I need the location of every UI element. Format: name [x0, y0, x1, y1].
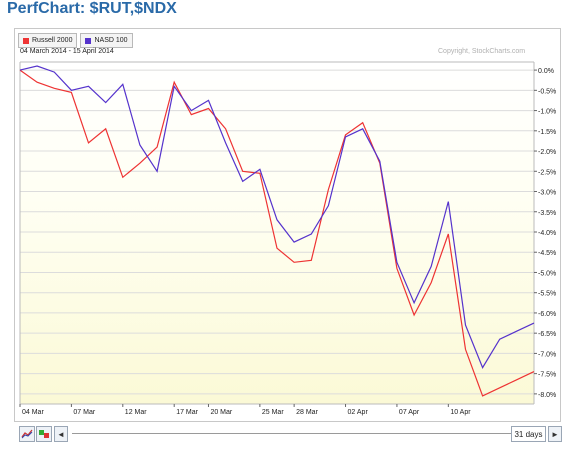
x-tick-label: 04 Mar [22, 409, 44, 416]
legend-item-russell[interactable]: Russell 2000 [18, 33, 78, 48]
legend-label: NASD 100 [94, 37, 128, 44]
y-tick-label: -1.5% [538, 129, 556, 136]
x-tick-label: 12 Mar [125, 409, 147, 416]
y-tick-label: -0.5% [538, 88, 556, 95]
y-axis-ticks: 0.0% -0.5% -1.0% -1.5% -2.0% -2.5% -3.0% -3.5% -… [534, 68, 556, 399]
perf-chart: 0.0% -0.5% -1.0% -1.5% -2.0% -2.5% -3.0% -3.5% -… [19, 61, 556, 416]
x-tick-label: 17 Mar [176, 409, 198, 416]
y-tick-label: -5.5% [538, 291, 556, 298]
y-tick-label: 0.0% [538, 68, 554, 75]
days-selector[interactable]: 31 days [511, 426, 546, 442]
nasdaq-swatch-icon [85, 37, 92, 44]
y-tick-label: -7.0% [538, 351, 556, 358]
copyright-text: Copyright, StockCharts.com [438, 48, 526, 55]
y-tick-label: -3.0% [538, 190, 556, 197]
y-tick-label: -5.0% [538, 270, 556, 277]
x-tick-label: 20 Mar [210, 409, 232, 416]
russell-swatch-icon [23, 37, 29, 44]
y-tick-label: -6.0% [538, 311, 556, 318]
x-tick-label: 07 Mar [73, 409, 95, 416]
plot-area [20, 62, 534, 404]
y-tick-label: -8.0% [538, 392, 556, 399]
x-tick-label: 07 Apr [399, 409, 420, 416]
scroll-left-button[interactable]: ◄ [54, 426, 68, 442]
y-tick-label: -7.5% [538, 372, 556, 379]
y-tick-label: -4.5% [538, 250, 556, 257]
y-tick-label: -2.0% [538, 149, 556, 156]
y-tick-label: -4.0% [538, 230, 556, 237]
scroll-right-button[interactable]: ► [548, 426, 562, 442]
x-tick-label: 02 Apr [348, 409, 369, 416]
x-axis-ticks: 04 Mar 07 Mar 12 Mar 17 Mar 20 Mar 25 Mar 28 M… [19, 404, 471, 416]
chart-type-icon[interactable] [19, 426, 35, 442]
chart-toolbar: ◄ 31 days ► [14, 426, 562, 444]
x-tick-label: 25 Mar [262, 409, 284, 416]
y-tick-label: -6.5% [538, 331, 556, 338]
date-slider-track[interactable] [72, 433, 522, 434]
y-tick-label: -1.0% [538, 109, 556, 116]
legend: Russell 2000 NASD 100 [18, 33, 133, 48]
x-tick-label: 28 Mar [296, 409, 318, 416]
legend-item-nasdaq[interactable]: NASD 100 [80, 33, 133, 48]
date-range: 04 March 2014 - 15 April 2014 [20, 48, 114, 55]
x-tick-label: 10 Apr [450, 409, 471, 416]
y-tick-label: -3.5% [538, 210, 556, 217]
y-tick-label: -2.5% [538, 169, 556, 176]
color-scheme-icon[interactable] [36, 426, 52, 442]
legend-label: Russell 2000 [32, 37, 73, 44]
